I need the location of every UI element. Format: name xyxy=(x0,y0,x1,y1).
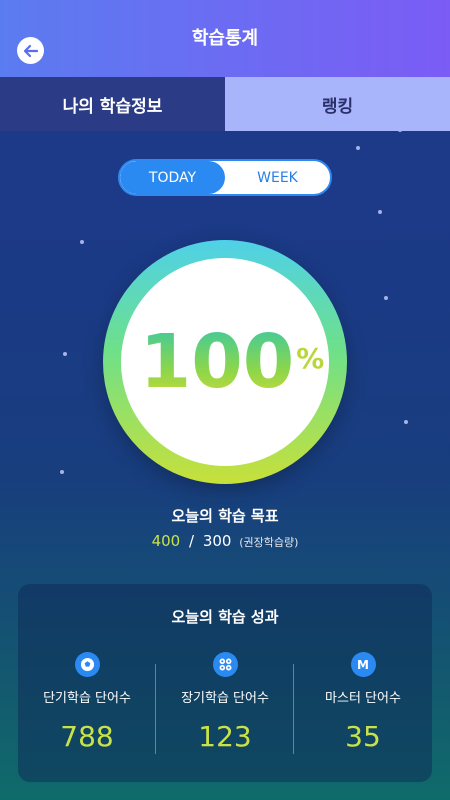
goal-note: (권장학습량) xyxy=(239,536,299,549)
tab-my-study-info[interactable]: 나의 학습정보 xyxy=(0,77,225,131)
progress-gauge: 100 % xyxy=(103,240,347,484)
back-button[interactable] xyxy=(17,37,44,64)
goal-done: 400 xyxy=(151,532,181,550)
goal-label: 오늘의 학습 목표 xyxy=(171,507,279,525)
stat-master: M 마스터 단어수 35 xyxy=(294,652,432,762)
gauge-center: 100 % xyxy=(121,258,329,466)
goal-separator: / xyxy=(188,532,195,550)
app-header: 학습통계 xyxy=(0,0,450,77)
stat-label: 단기학습 단어수 xyxy=(43,691,131,706)
tab-bar: 나의 학습정보 랭킹 xyxy=(0,77,450,131)
results-card: 오늘의 학습 성과 단기학습 단어수 788 장기학습 단어수 123 M 마스… xyxy=(18,584,432,782)
period-toggle: TODAY WEEK xyxy=(118,159,332,196)
goal-progress: 400 / 300 (권장학습량) xyxy=(0,532,450,550)
stat-label: 마스터 단어수 xyxy=(325,691,401,706)
toggle-today[interactable]: TODAY xyxy=(120,161,225,194)
goal-total: 300 xyxy=(202,532,232,550)
stat-long-term: 장기학습 단어수 123 xyxy=(156,652,294,762)
toggle-week[interactable]: WEEK xyxy=(225,161,330,194)
stat-short-term: 단기학습 단어수 788 xyxy=(18,652,156,762)
flower-cluster-icon xyxy=(212,652,238,677)
arrow-left-icon xyxy=(23,44,38,57)
soccer-ball-icon xyxy=(74,652,100,677)
m-badge-icon: M xyxy=(350,652,376,677)
stat-value: 35 xyxy=(345,720,381,753)
tab-ranking[interactable]: 랭킹 xyxy=(225,77,450,131)
stat-value: 788 xyxy=(60,720,114,753)
stat-label: 장기학습 단어수 xyxy=(181,691,269,706)
stat-value: 123 xyxy=(198,720,252,753)
gauge-value: 100 xyxy=(139,319,295,405)
results-title: 오늘의 학습 성과 xyxy=(171,608,279,626)
gauge-unit: % xyxy=(296,341,325,375)
page-title: 학습통계 xyxy=(191,27,259,49)
